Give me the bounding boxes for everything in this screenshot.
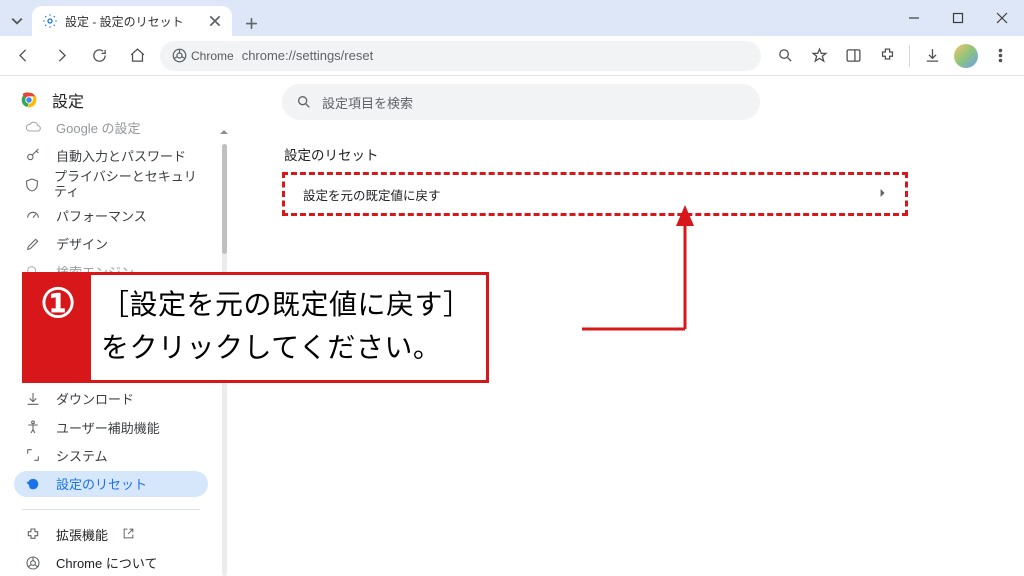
window-maximize-button[interactable] [936, 0, 980, 36]
reset-icon [24, 475, 42, 493]
chrome-logo-icon [18, 89, 40, 111]
chrome-chip: Chrome [172, 48, 234, 63]
expand-icon [24, 446, 42, 464]
shield-icon [24, 176, 40, 194]
chrome-icon [24, 554, 42, 572]
settings-search[interactable]: 設定項目を検索 [282, 84, 760, 120]
reset-settings-label: 設定を元の既定値に戻す [303, 185, 441, 204]
page-title: 設定 [52, 88, 84, 112]
step-number: ① [25, 275, 91, 380]
close-icon[interactable] [208, 14, 222, 28]
browser-toolbar: Chrome chrome://settings/reset [0, 36, 1024, 76]
search-icon [296, 94, 312, 110]
cloud-icon [24, 120, 42, 136]
download-icon [24, 390, 42, 408]
sidebar-item-extensions[interactable]: 拡張機能 [14, 522, 208, 548]
sidebar-item-autofill[interactable]: 自動入力とパスワード [14, 142, 208, 168]
window-titlebar: 設定 - 設定のリセット [0, 0, 1024, 36]
bookmark-icon[interactable] [803, 41, 835, 71]
settings-search-placeholder: 設定項目を検索 [322, 93, 413, 112]
instruction-callout: ① ［設定を元の既定値に戻す］ をクリックしてください。 [22, 272, 489, 383]
url-text: chrome://settings/reset [242, 48, 374, 63]
key-icon [24, 146, 42, 164]
section-title: 設定のリセット [284, 144, 1024, 164]
browser-tab[interactable]: 設定 - 設定のリセット [32, 6, 232, 36]
panel-icon[interactable] [837, 41, 869, 71]
external-link-icon [122, 527, 135, 543]
window-close-button[interactable] [980, 0, 1024, 36]
instruction-text: ［設定を元の既定値に戻す］ をクリックしてください。 [91, 275, 486, 380]
sidebar-item-about[interactable]: Chrome について [14, 550, 208, 576]
tab-list-collapse[interactable] [6, 6, 28, 36]
sidebar-item-google[interactable]: Google の設定 [14, 120, 208, 140]
settings-appbar: 設定 [0, 76, 232, 120]
menu-icon[interactable] [984, 41, 1016, 71]
chevron-right-icon [879, 187, 887, 201]
address-bar[interactable]: Chrome chrome://settings/reset [160, 41, 761, 71]
sidebar-item-reset[interactable]: 設定のリセット [14, 471, 208, 497]
speedometer-icon [24, 206, 42, 224]
reload-button[interactable] [84, 41, 114, 71]
profile-avatar[interactable] [950, 41, 982, 71]
accessibility-icon [24, 418, 42, 436]
tab-title: 設定 - 設定のリセット [65, 13, 201, 30]
sidebar-item-accessibility[interactable]: ユーザー補助機能 [14, 414, 208, 440]
new-tab-button[interactable] [238, 10, 264, 36]
sidebar-item-performance[interactable]: パフォーマンス [14, 202, 208, 228]
sidebar-item-downloads[interactable]: ダウンロード [14, 386, 208, 412]
home-button[interactable] [122, 41, 152, 71]
window-minimize-button[interactable] [892, 0, 936, 36]
sidebar-item-system[interactable]: システム [14, 442, 208, 468]
sidebar-item-privacy[interactable]: プライバシーとセキュリティ [14, 170, 208, 200]
download-icon[interactable] [916, 41, 948, 71]
gear-icon [42, 13, 58, 29]
puzzle-icon [24, 526, 42, 544]
forward-button[interactable] [46, 41, 76, 71]
reset-settings-row[interactable]: 設定を元の既定値に戻す [282, 172, 908, 216]
chevron-up-icon [219, 124, 229, 142]
back-button[interactable] [8, 41, 38, 71]
sidebar-item-appearance[interactable]: デザイン [14, 230, 208, 256]
search-icon[interactable] [769, 41, 801, 71]
extensions-icon[interactable] [871, 41, 903, 71]
pen-icon [24, 235, 42, 253]
